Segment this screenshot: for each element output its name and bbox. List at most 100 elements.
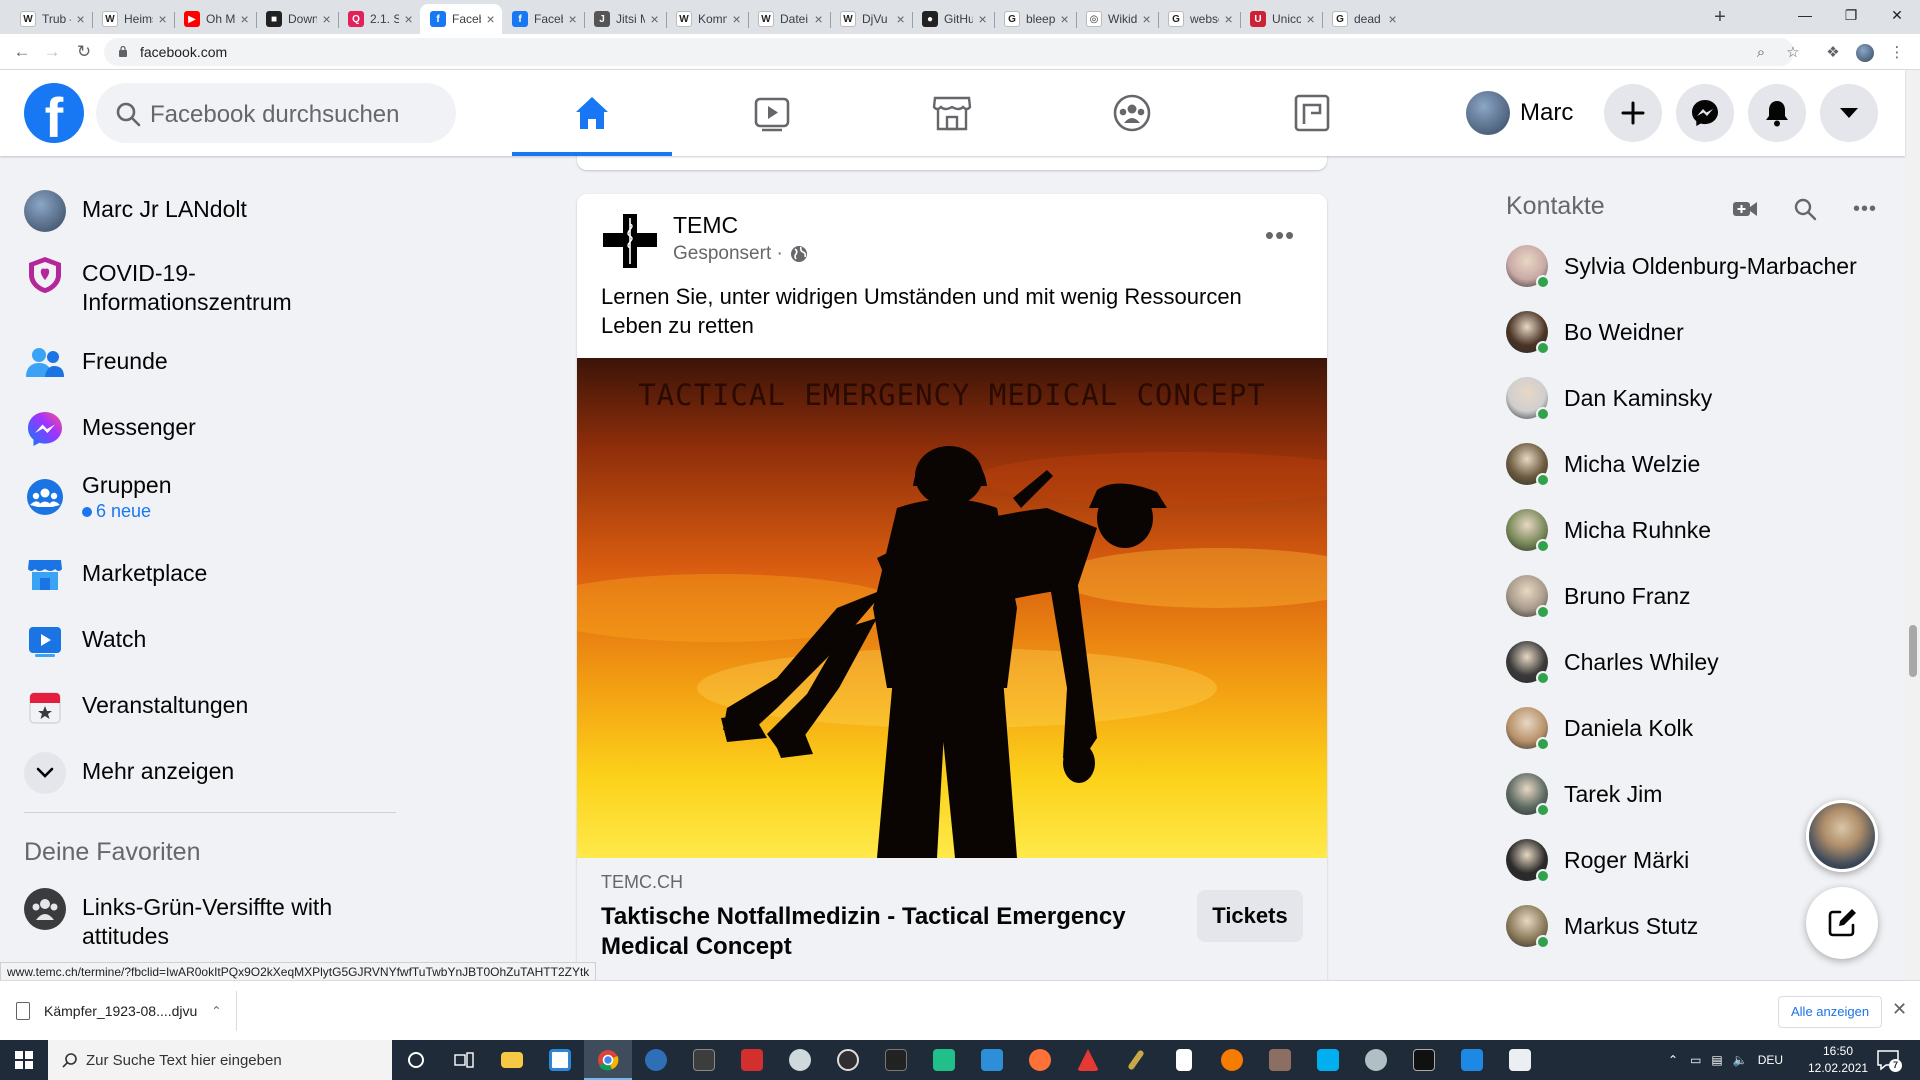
close-tab-icon[interactable]: × bbox=[895, 11, 906, 27]
browser-tab[interactable]: W DjVu – × bbox=[830, 4, 912, 34]
tab-home[interactable] bbox=[512, 70, 672, 156]
sidebar-item-watch[interactable]: Watch bbox=[24, 620, 146, 662]
back-arrow-icon[interactable]: ← bbox=[10, 40, 34, 64]
close-tab-icon[interactable]: × bbox=[403, 11, 414, 27]
browser-tab[interactable]: Gdead i × bbox=[1322, 4, 1404, 34]
new-tab-button[interactable]: + bbox=[1708, 6, 1732, 30]
sidebar-item-covid[interactable]: COVID-19-Informationszentrum bbox=[24, 254, 322, 317]
restore-window-button[interactable]: ❐ bbox=[1828, 0, 1874, 30]
skype-icon[interactable] bbox=[1304, 1040, 1352, 1080]
close-shelf-icon[interactable]: ✕ bbox=[1892, 999, 1907, 1020]
contact-item[interactable]: Dan Kaminsky bbox=[1506, 370, 1886, 426]
sidebar-item-show-more[interactable]: Mehr anzeigen bbox=[24, 752, 234, 794]
new-message-button[interactable] bbox=[1806, 887, 1878, 959]
close-window-button[interactable]: ✕ bbox=[1874, 0, 1920, 30]
download-item[interactable]: Kämpfer_1923-08....djvu ⌃ bbox=[16, 991, 236, 1031]
sidebar-item-favorite-group[interactable]: Links-Grün-Versiffte with attitudes bbox=[24, 888, 382, 951]
contact-item[interactable]: Micha Ruhnke bbox=[1506, 502, 1886, 558]
browser-tab[interactable]: W Heims × bbox=[92, 4, 174, 34]
bookmark-star-icon[interactable]: ☆ bbox=[1784, 44, 1802, 62]
minimize-window-button[interactable]: — bbox=[1782, 0, 1828, 30]
tab-groups[interactable] bbox=[1052, 70, 1212, 156]
file-explorer-icon[interactable] bbox=[488, 1040, 536, 1080]
tickets-button[interactable]: Tickets bbox=[1197, 890, 1303, 942]
close-tab-icon[interactable]: × bbox=[1059, 11, 1070, 27]
chrome-icon[interactable] bbox=[584, 1040, 632, 1080]
messaging-icon[interactable] bbox=[776, 1040, 824, 1080]
tab-marketplace[interactable] bbox=[872, 70, 1032, 156]
show-all-downloads-button[interactable]: Alle anzeigen bbox=[1778, 996, 1883, 1028]
green-app-icon[interactable] bbox=[920, 1040, 968, 1080]
close-tab-icon[interactable]: × bbox=[649, 11, 660, 27]
messenger-button[interactable] bbox=[1676, 84, 1734, 142]
sidebar-item-marketplace[interactable]: Marketplace bbox=[24, 554, 207, 596]
new-room-video-icon[interactable] bbox=[1730, 194, 1760, 224]
red-app-icon[interactable] bbox=[1064, 1040, 1112, 1080]
network-icon[interactable]: ▤ bbox=[1711, 1053, 1722, 1067]
browser-profile-avatar[interactable] bbox=[1856, 44, 1874, 62]
close-tab-icon[interactable]: × bbox=[485, 11, 496, 27]
black-app-icon[interactable] bbox=[1400, 1040, 1448, 1080]
page-logo-icon[interactable] bbox=[601, 212, 659, 270]
close-tab-icon[interactable]: × bbox=[1223, 11, 1234, 27]
close-tab-icon[interactable]: × bbox=[75, 11, 86, 27]
store-icon[interactable] bbox=[536, 1040, 584, 1080]
page-scrollbar[interactable] bbox=[1905, 70, 1920, 980]
sidebar-item-groups[interactable]: Gruppen 6 neue bbox=[24, 466, 172, 522]
window-app-icon[interactable] bbox=[1448, 1040, 1496, 1080]
contact-item[interactable]: Micha Welzie bbox=[1506, 436, 1886, 492]
scrollbar-thumb[interactable] bbox=[1909, 625, 1917, 677]
orange-app-icon[interactable] bbox=[1208, 1040, 1256, 1080]
reload-icon[interactable]: ↻ bbox=[72, 40, 96, 64]
browser-tab[interactable]: ■ Downl× bbox=[256, 4, 338, 34]
sidebar-item-events[interactable]: Veranstaltungen bbox=[24, 686, 248, 728]
chevron-up-icon[interactable]: ⌃ bbox=[211, 1004, 221, 1018]
document-icon[interactable] bbox=[1160, 1040, 1208, 1080]
obs-icon[interactable] bbox=[824, 1040, 872, 1080]
contact-item[interactable]: Sylvia Oldenburg-Marbacher bbox=[1506, 238, 1886, 294]
live-app-icon[interactable] bbox=[872, 1040, 920, 1080]
notes-app-icon[interactable] bbox=[1496, 1040, 1544, 1080]
browser-tab[interactable]: ◎ Wikid × bbox=[1076, 4, 1158, 34]
browser-tab[interactable]: ● GitHul× bbox=[912, 4, 994, 34]
chat-app-icon[interactable] bbox=[1352, 1040, 1400, 1080]
facebook-logo-icon[interactable]: f bbox=[24, 83, 84, 143]
chevron-up-icon[interactable]: ⌃ bbox=[1668, 1053, 1678, 1067]
forward-arrow-icon[interactable]: → bbox=[40, 40, 64, 64]
close-tab-icon[interactable]: × bbox=[813, 11, 824, 27]
cortana-icon[interactable] bbox=[392, 1040, 440, 1080]
windows-start-icon[interactable] bbox=[0, 1040, 48, 1080]
create-button[interactable] bbox=[1604, 84, 1662, 142]
pen-app-icon[interactable] bbox=[1112, 1040, 1160, 1080]
sidebar-item-friends[interactable]: Freunde bbox=[24, 342, 168, 384]
tools-icon[interactable] bbox=[680, 1040, 728, 1080]
account-menu-button[interactable] bbox=[1820, 84, 1878, 142]
close-tab-icon[interactable]: × bbox=[157, 11, 168, 27]
link-title[interactable]: Taktische Notfallmedizin - Tactical Emer… bbox=[601, 902, 1161, 962]
notification-center-icon[interactable]: 7 bbox=[1876, 1048, 1902, 1072]
browser-menu-icon[interactable]: ⋮ bbox=[1888, 44, 1906, 62]
browser-tab[interactable]: Gwebse × bbox=[1158, 4, 1240, 34]
firefox-icon[interactable] bbox=[1016, 1040, 1064, 1080]
voicemeeter-icon[interactable] bbox=[728, 1040, 776, 1080]
post-options-icon[interactable]: ••• bbox=[1259, 222, 1301, 252]
address-bar[interactable]: facebook.com bbox=[104, 38, 1794, 66]
contacts-options-icon[interactable]: ••• bbox=[1850, 194, 1880, 224]
battery-icon[interactable]: ▭ bbox=[1690, 1053, 1701, 1067]
chat-head-avatar[interactable] bbox=[1806, 800, 1878, 872]
profile-chip[interactable]: Marc bbox=[1466, 83, 1573, 143]
notifications-button[interactable] bbox=[1748, 84, 1806, 142]
contact-item[interactable]: Bruno Franz bbox=[1506, 568, 1886, 624]
language-indicator[interactable]: DEU bbox=[1758, 1053, 1783, 1067]
browser-tab[interactable]: J Jitsi M × bbox=[584, 4, 666, 34]
contact-item[interactable]: Charles Whiley bbox=[1506, 634, 1886, 690]
task-view-icon[interactable] bbox=[440, 1040, 488, 1080]
post-image[interactable]: TACTICAL EMERGENCY MEDICAL CONCEPT bbox=[577, 358, 1327, 858]
tab-gaming[interactable] bbox=[1232, 70, 1392, 156]
image-app-icon[interactable] bbox=[1256, 1040, 1304, 1080]
browser-tab[interactable]: W Datei: × bbox=[748, 4, 830, 34]
close-tab-icon[interactable]: × bbox=[1305, 11, 1316, 27]
thunderbird-icon[interactable] bbox=[632, 1040, 680, 1080]
browser-tab[interactable]: f Faceb × bbox=[502, 4, 584, 34]
close-tab-icon[interactable]: × bbox=[977, 11, 988, 27]
